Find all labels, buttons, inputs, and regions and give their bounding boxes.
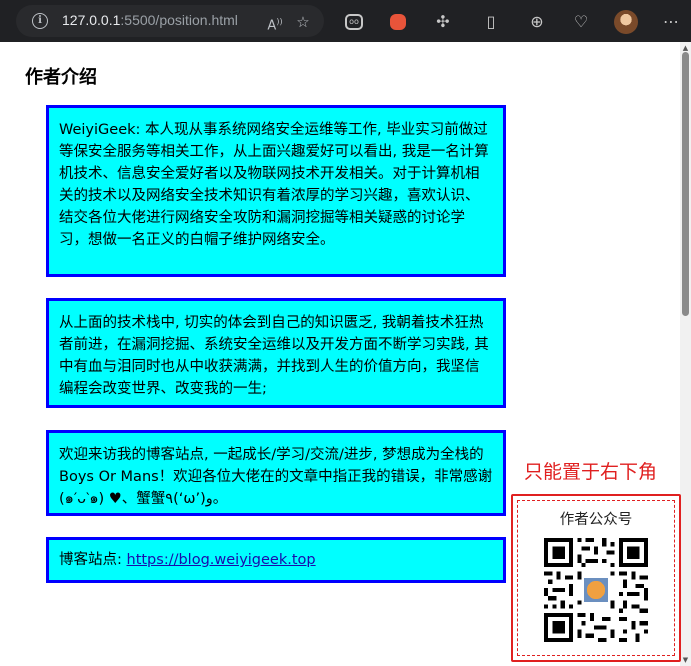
extension-icon[interactable]: oo bbox=[345, 14, 363, 30]
scrollbar-thumb[interactable] bbox=[682, 52, 689, 316]
extension-icon[interactable] bbox=[390, 14, 406, 30]
welcome-text: 欢迎来访我的博客站点, 一起成长/学习/交流/进步, 梦想成为全栈的Boys O… bbox=[59, 447, 493, 507]
profile-avatar[interactable] bbox=[614, 10, 638, 34]
blog-card: 博客站点: https://blog.weiyigeek.top bbox=[46, 537, 506, 583]
collections-icon[interactable]: ⊕ bbox=[526, 11, 548, 33]
more-icon[interactable]: ⋯ bbox=[660, 11, 682, 33]
blog-link[interactable]: https://blog.weiyigeek.top bbox=[127, 552, 316, 568]
split-screen-icon[interactable]: ▯ bbox=[480, 11, 502, 33]
intro-text: WeiyiGeek: 本人现从事系统网络安全运维等工作, 毕业实习前做过等保安全… bbox=[59, 122, 489, 248]
read-aloud-icon[interactable]: A)) bbox=[264, 11, 286, 33]
techstack-card: 从上面的技术栈中, 切实的体会到自己的知识匮乏, 我朝着技术狂热者前进，在漏洞挖… bbox=[46, 298, 506, 408]
url-host: 127.0.0.1 bbox=[62, 12, 121, 28]
qr-code-image bbox=[544, 538, 648, 642]
techstack-text: 从上面的技术栈中, 切实的体会到自己的知识匮乏, 我朝着技术狂热者前进，在漏洞挖… bbox=[59, 315, 489, 397]
info-icon[interactable]: i bbox=[32, 13, 48, 29]
qr-caption: 作者公众号 bbox=[559, 512, 633, 528]
browser-toolbar: i 127.0.0.1:5500/position.html A)) ☆ oo … bbox=[0, 0, 691, 42]
favorite-star-icon[interactable]: ☆ bbox=[292, 11, 314, 33]
welcome-card: 欢迎来访我的博客站点, 一起成长/学习/交流/进步, 梦想成为全栈的Boys O… bbox=[46, 430, 506, 516]
address-bar[interactable]: i 127.0.0.1:5500/position.html A)) ☆ bbox=[16, 5, 324, 37]
url-path: :5500/position.html bbox=[120, 12, 238, 28]
health-icon[interactable]: ♡ bbox=[570, 11, 592, 33]
page-title: 作者介绍 bbox=[25, 67, 97, 88]
puzzle-icon[interactable]: ✣ bbox=[432, 11, 454, 33]
scroll-up-arrow[interactable]: ▲ bbox=[681, 44, 690, 52]
qr-widget: 作者公众号 bbox=[511, 494, 681, 662]
url-text[interactable]: 127.0.0.1:5500/position.html bbox=[62, 12, 238, 28]
intro-card: WeiyiGeek: 本人现从事系统网络安全运维等工作, 毕业实习前做过等保安全… bbox=[46, 105, 506, 277]
position-notice: 只能置于右下角 bbox=[524, 461, 658, 483]
scroll-down-arrow[interactable]: ▼ bbox=[681, 656, 690, 664]
blog-label: 博客站点: bbox=[59, 552, 127, 568]
